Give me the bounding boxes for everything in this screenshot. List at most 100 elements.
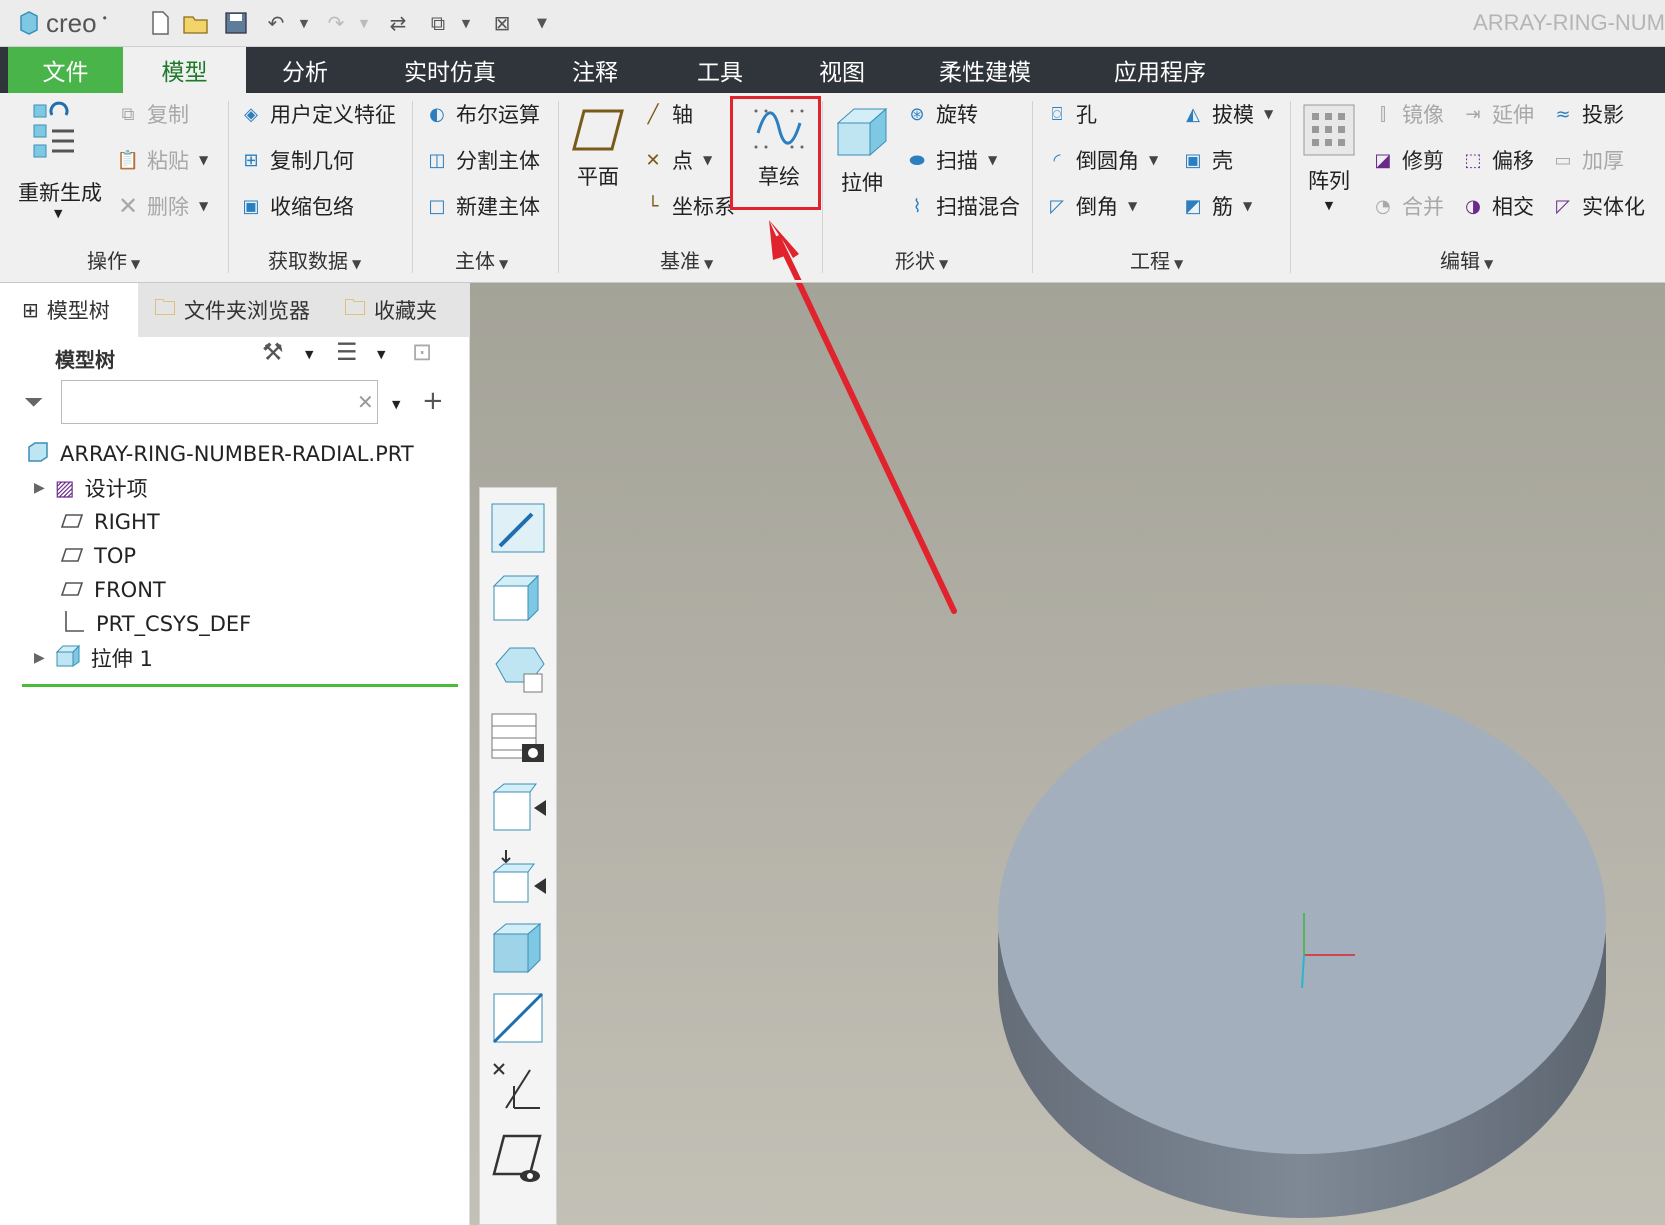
tree-item-extrude[interactable]: ▶ 拉伸 1 — [34, 642, 153, 674]
annotation-display-icon[interactable] — [490, 500, 546, 556]
graphics-viewport[interactable] — [470, 283, 1665, 1225]
view-manager-icon[interactable] — [490, 710, 546, 766]
tree-item-top[interactable]: TOP — [60, 540, 136, 572]
csys-button[interactable]: └ 坐标系 — [640, 189, 735, 223]
tab-model[interactable]: 模型 — [123, 47, 246, 93]
udf-button[interactable]: ◈ 用户定义特征 — [238, 97, 396, 131]
settings-tools-icon[interactable]: ⚒ — [262, 338, 284, 366]
tree-item-right[interactable]: RIGHT — [60, 506, 160, 538]
rib-button[interactable]: ◩ 筋 ▼ — [1180, 189, 1252, 223]
clear-search-icon[interactable]: ✕ — [357, 390, 374, 414]
open-folder-icon[interactable] — [182, 10, 210, 36]
group-datum-label[interactable]: 基准 ▼ — [660, 245, 713, 274]
paste-button[interactable]: 📋 粘贴 ▼ — [115, 143, 208, 177]
swept-blend-button[interactable]: ⌇ 扫描混合 — [904, 189, 1020, 223]
chamfer-button[interactable]: ◸ 倒角 ▼ — [1044, 189, 1137, 223]
tab-view[interactable]: 视图 — [792, 47, 892, 93]
section-view-icon[interactable] — [490, 990, 546, 1046]
axis-button[interactable]: ╱ 轴 — [640, 97, 693, 131]
round-button[interactable]: ◜ 倒圆角 ▼ — [1044, 143, 1159, 177]
display-style-icon[interactable] — [490, 920, 546, 976]
tab-model-tree[interactable]: ⊞ 模型树 — [8, 283, 138, 337]
group-engineering-label[interactable]: 工程 ▼ — [1130, 245, 1183, 274]
show-list-icon[interactable]: ☰ — [336, 338, 358, 366]
view-normal-icon[interactable] — [490, 570, 546, 626]
tree-item-label: RIGHT — [94, 510, 160, 534]
datum-display-filter-icon[interactable] — [490, 1060, 546, 1116]
shrinkwrap-button[interactable]: ▣ 收缩包络 — [238, 189, 354, 223]
draft-button[interactable]: ◭ 拔模 ▼ — [1180, 97, 1273, 131]
tab-applications[interactable]: 应用程序 — [1090, 47, 1230, 93]
visibility-icon[interactable]: ⊡ — [412, 338, 432, 366]
delete-button[interactable]: ✕ 删除 ▼ — [115, 189, 208, 223]
copy-button[interactable]: ⧉ 复制 — [115, 97, 189, 131]
windows-dropdown-icon[interactable]: ▼ — [452, 10, 480, 36]
group-editing-label[interactable]: 编辑 ▼ — [1440, 245, 1493, 274]
tab-file[interactable]: 文件 — [8, 47, 123, 93]
merge-button[interactable]: ◔ 合并 — [1370, 189, 1444, 223]
sweep-button[interactable]: ⬬ 扫描 ▼ — [904, 143, 997, 177]
boolean-button[interactable]: ◐ 布尔运算 — [424, 97, 540, 131]
intersect-button[interactable]: ◑ 相交 — [1460, 189, 1534, 223]
windows-icon[interactable]: ⧉ — [424, 10, 452, 36]
trim-button[interactable]: ◪ 修剪 — [1370, 143, 1444, 177]
copy-geometry-button[interactable]: ⊞ 复制几何 — [238, 143, 354, 177]
group-get-data-label[interactable]: 获取数据 ▼ — [268, 245, 361, 274]
add-filter-icon[interactable]: + — [422, 386, 444, 416]
tab-simulation[interactable]: 实时仿真 — [385, 47, 515, 93]
redo-icon[interactable]: ↷ — [322, 10, 350, 36]
split-body-button[interactable]: ◫ 分割主体 — [424, 143, 540, 177]
perspective-view-icon[interactable] — [490, 780, 546, 836]
extend-button[interactable]: ⇥ 延伸 — [1460, 97, 1534, 131]
new-body-button[interactable]: □ 新建主体 — [424, 189, 540, 223]
shell-button[interactable]: ▣ 壳 — [1180, 143, 1233, 177]
group-operations-label[interactable]: 操作 ▼ — [87, 245, 140, 274]
insert-here-marker[interactable] — [22, 684, 458, 687]
regenerate-button[interactable] — [18, 101, 78, 177]
point-button[interactable]: ✕ 点 ▼ — [640, 143, 712, 177]
regenerate-quick-icon[interactable]: ⇄ — [384, 10, 412, 36]
tab-analysis[interactable]: 分析 — [250, 47, 360, 93]
disk-model[interactable] — [998, 684, 1606, 1218]
expand-arrow-icon[interactable]: ▶ — [34, 480, 45, 496]
regenerate-dropdown-icon[interactable]: ▼ — [54, 207, 62, 220]
tree-item-design-items[interactable]: ▶ ▨ 设计项 — [34, 472, 148, 504]
extrude-button[interactable]: 拉伸 — [834, 103, 890, 197]
group-body-label[interactable]: 主体 ▼ — [455, 245, 508, 274]
plane-button[interactable]: 平面 — [570, 107, 626, 191]
hole-button[interactable]: ⌼ 孔 — [1044, 97, 1097, 131]
search-dropdown-icon[interactable]: ▼ — [392, 398, 400, 411]
expand-arrow-icon[interactable]: ▶ — [34, 650, 45, 666]
undo-dropdown-icon[interactable]: ▼ — [290, 10, 318, 36]
group-shapes-label[interactable]: 形状 ▼ — [895, 245, 948, 274]
settings-dropdown-icon[interactable]: ▼ — [305, 348, 313, 361]
regenerate-label[interactable]: 重新生成 — [18, 177, 102, 207]
offset-button[interactable]: ⬚ 偏移 — [1460, 143, 1534, 177]
filter-icon[interactable]: ⏷ — [24, 388, 43, 416]
saved-orientations-icon[interactable] — [490, 640, 546, 696]
tab-favorites[interactable]: 🗀 收藏夹 — [344, 283, 437, 337]
tree-item-front[interactable]: FRONT — [60, 574, 166, 606]
spin-center-icon[interactable] — [490, 1130, 546, 1186]
revolve-button[interactable]: ⊛ 旋转 — [904, 97, 978, 131]
tree-item-part[interactable]: ARRAY-RING-NUMBER-RADIAL.PRT — [26, 438, 414, 470]
pattern-button[interactable]: 阵列 ▼ — [1302, 103, 1356, 212]
save-icon[interactable] — [222, 10, 250, 36]
tab-annotate[interactable]: 注释 — [545, 47, 645, 93]
project-button[interactable]: ≈ 投影 — [1550, 97, 1624, 131]
mirror-button[interactable]: ⫿ 镜像 — [1370, 97, 1444, 131]
undo-icon[interactable]: ↶ — [262, 10, 290, 36]
redo-dropdown-icon[interactable]: ▼ — [350, 10, 378, 36]
close-window-icon[interactable]: ⊠ — [488, 10, 516, 36]
customize-toolbar-icon[interactable]: ▼ — [528, 10, 556, 36]
new-file-icon[interactable] — [146, 10, 174, 36]
tree-item-csys[interactable]: PRT_CSYS_DEF — [60, 608, 251, 640]
thicken-button[interactable]: ▭ 加厚 — [1550, 143, 1624, 177]
tab-tools[interactable]: 工具 — [670, 47, 770, 93]
tab-flexible-modeling[interactable]: 柔性建模 — [915, 47, 1055, 93]
model-tree-search-input[interactable] — [61, 380, 378, 424]
show-dropdown-icon[interactable]: ▼ — [377, 348, 385, 361]
tab-folder-browser[interactable]: 🗀 文件夹浏览器 — [150, 283, 310, 337]
refit-view-icon[interactable] — [490, 850, 546, 906]
solidify-button[interactable]: ◸ 实体化 — [1550, 189, 1645, 223]
